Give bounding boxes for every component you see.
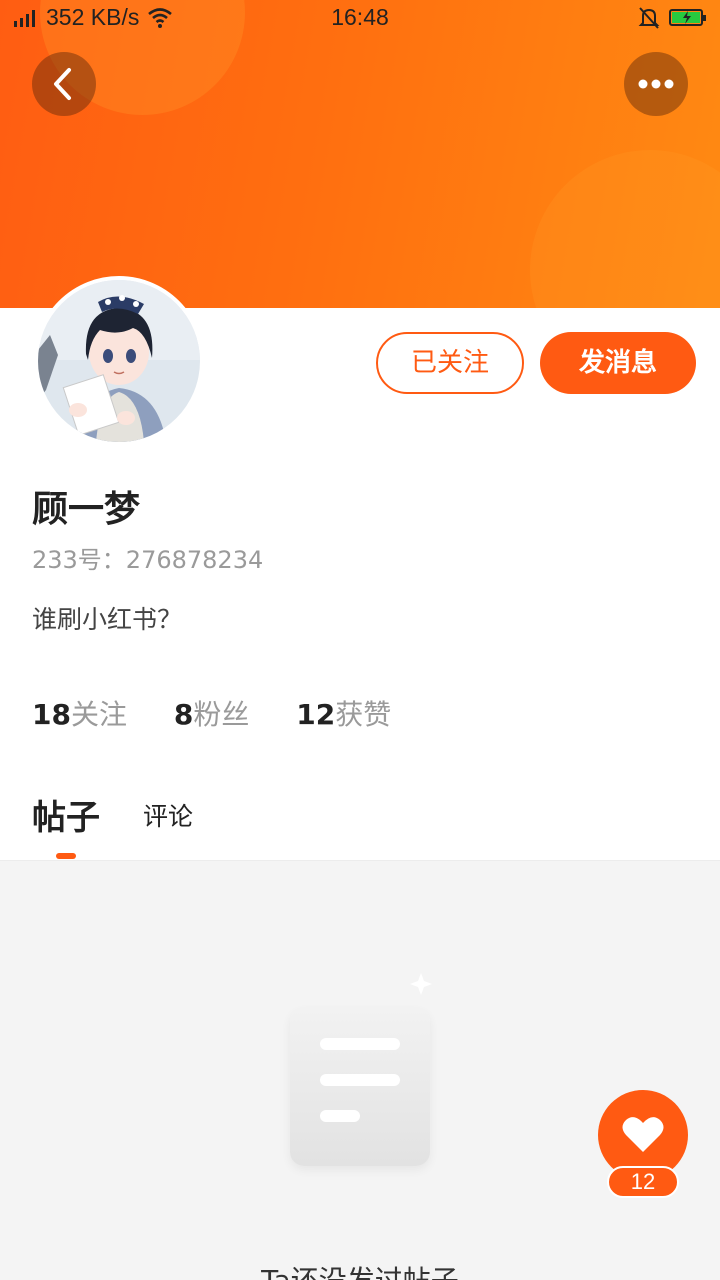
stat-label: 粉丝 [193, 698, 250, 731]
active-tab-indicator [56, 853, 76, 859]
more-dots-icon [638, 79, 674, 89]
mute-bell-icon [638, 7, 660, 29]
stat-count: 8 [173, 698, 194, 731]
posts-empty-state: Ta还没发过帖子 [0, 861, 720, 1280]
stat-followers[interactable]: 8粉丝 [174, 693, 250, 733]
avatar[interactable] [34, 276, 204, 446]
sparkle-decoration [410, 973, 432, 995]
tab-comments[interactable]: 评论 [143, 797, 193, 833]
tab-posts[interactable]: 帖子 [32, 790, 100, 839]
back-button[interactable] [32, 52, 96, 116]
stat-count: 12 [296, 698, 336, 731]
stat-label: 获赞 [335, 698, 392, 731]
empty-document-icon [290, 1008, 430, 1166]
like-count-badge: 12 [607, 1166, 679, 1198]
chevron-left-icon [54, 68, 71, 100]
following-button[interactable]: 已关注 [376, 332, 524, 394]
stat-following[interactable]: 18关注 [32, 693, 127, 733]
stat-likes[interactable]: 12获赞 [296, 693, 391, 733]
status-bar: 352 KB/s 16:48 [0, 0, 720, 38]
profile-name: 顾一梦 [32, 489, 141, 530]
profile-stats: 18关注 8粉丝 12获赞 [32, 693, 429, 733]
profile-id: 233号：276878234 [32, 546, 264, 574]
profile-header-banner: 352 KB/s 16:48 [0, 0, 720, 308]
clock: 16:48 [331, 4, 389, 30]
stat-label: 关注 [70, 698, 127, 731]
stat-count: 18 [32, 698, 71, 731]
send-message-button[interactable]: 发消息 [540, 332, 696, 394]
profile-bio: 谁刷小红书？ [32, 605, 183, 634]
more-options-button[interactable] [624, 52, 688, 116]
banner-decoration [530, 150, 720, 308]
empty-state-text: Ta还没发过帖子 [0, 1259, 720, 1280]
battery-icon [669, 9, 706, 26]
